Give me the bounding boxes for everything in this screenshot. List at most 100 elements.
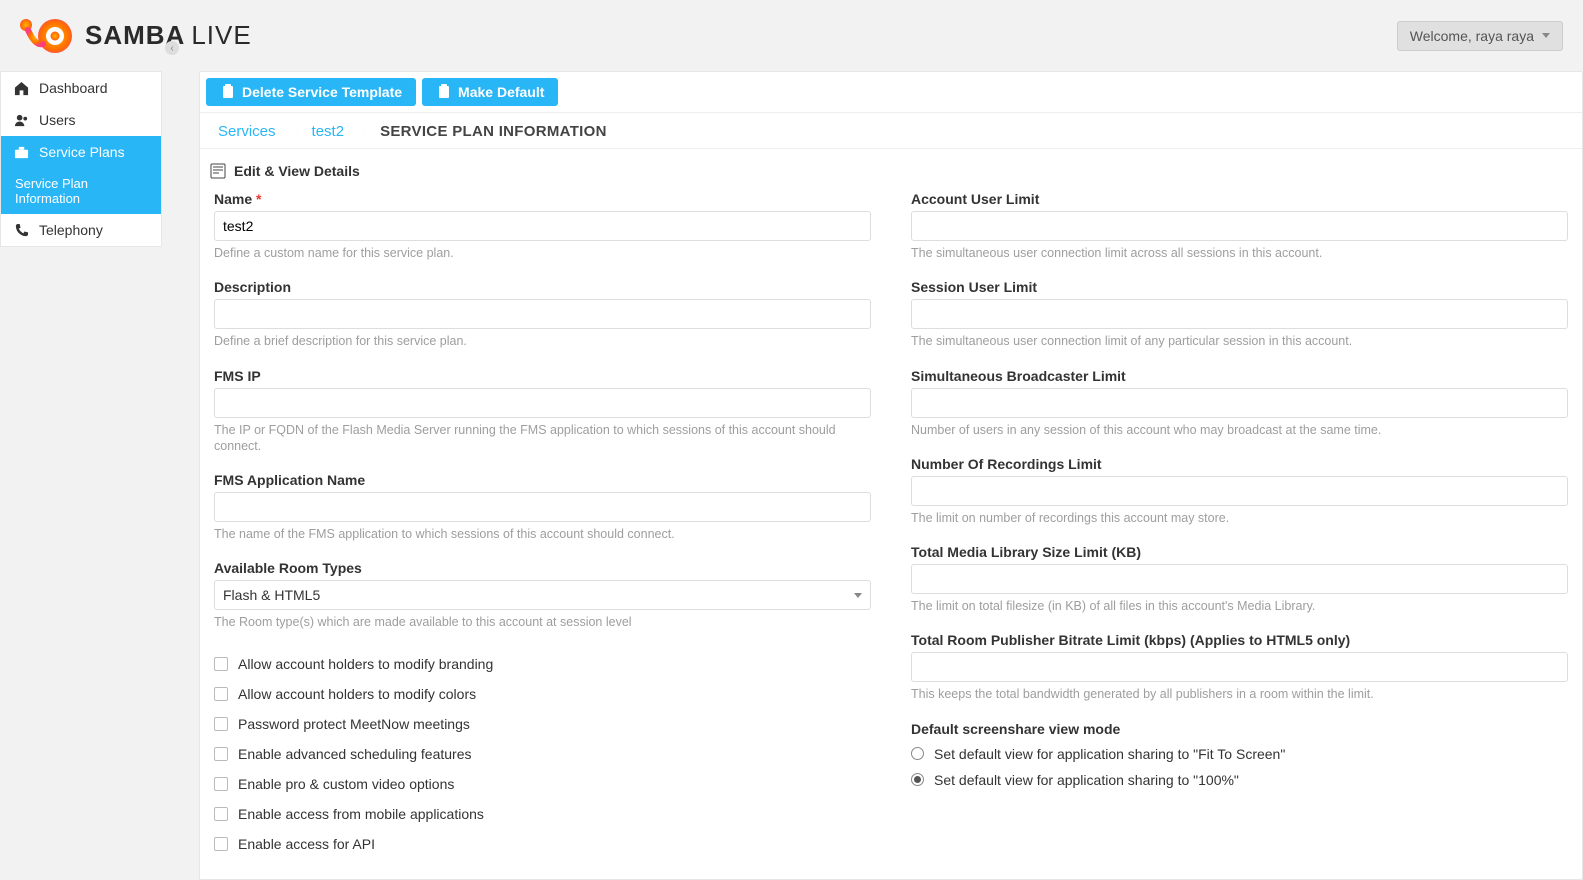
fms-ip-input[interactable]: [214, 388, 871, 418]
sidebar-label: Service Plan Information: [15, 176, 149, 206]
check-label: Enable pro & custom video options: [238, 776, 454, 792]
phone-icon: [13, 222, 29, 238]
clipboard-delete-icon: [220, 84, 236, 100]
caret-down-icon: [1542, 33, 1550, 38]
sidebar-item-users[interactable]: Users: [1, 104, 161, 136]
account-user-limit-input[interactable]: [911, 211, 1568, 241]
checkbox-icon[interactable]: [214, 687, 228, 701]
check-label: Allow account holders to modify colors: [238, 686, 476, 702]
check-enable-api-access[interactable]: Enable access for API: [214, 829, 871, 859]
users-icon: [13, 112, 29, 128]
description-input[interactable]: [214, 299, 871, 329]
button-label: Delete Service Template: [242, 84, 402, 100]
total-media-limit-help: The limit on total filesize (in KB) of a…: [911, 598, 1568, 614]
check-label: Enable advanced scheduling features: [238, 746, 472, 762]
breadcrumb-services[interactable]: Services: [208, 119, 286, 144]
form: Name * Define a custom name for this ser…: [200, 187, 1582, 879]
fms-app-name-help: The name of the FMS application to which…: [214, 526, 871, 542]
radio-icon[interactable]: [911, 747, 924, 760]
make-default-button[interactable]: Make Default: [422, 78, 558, 106]
account-user-limit-label: Account User Limit: [911, 191, 1568, 207]
room-types-select[interactable]: Flash & HTML5: [214, 580, 871, 610]
breadcrumb: Services test2 SERVICE PLAN INFORMATION: [200, 112, 1582, 149]
dashboard-icon: [13, 80, 29, 96]
sidebar-label: Service Plans: [39, 144, 125, 160]
room-types-value: Flash & HTML5: [223, 587, 320, 603]
check-label: Enable access from mobile applications: [238, 806, 484, 822]
radio-label: Set default view for application sharing…: [934, 746, 1285, 762]
radio-icon[interactable]: [911, 773, 924, 786]
delete-service-template-button[interactable]: Delete Service Template: [206, 78, 416, 106]
button-label: Make Default: [458, 84, 544, 100]
toolbar: Delete Service Template Make Default: [200, 72, 1582, 112]
sidebar-item-dashboard[interactable]: Dashboard: [1, 72, 161, 104]
name-label: Name *: [214, 191, 871, 207]
checkbox-icon[interactable]: [214, 717, 228, 731]
default-screenshare-label: Default screenshare view mode: [911, 721, 1568, 737]
name-input[interactable]: [214, 211, 871, 241]
briefcase-icon: [13, 144, 29, 160]
check-allow-modify-branding[interactable]: Allow account holders to modify branding: [214, 649, 871, 679]
session-user-limit-input[interactable]: [911, 299, 1568, 329]
caret-down-icon: [854, 593, 862, 598]
checkbox-icon[interactable]: [214, 837, 228, 851]
form-left-column: Name * Define a custom name for this ser…: [214, 191, 871, 859]
form-right-column: Account User Limit The simultaneous user…: [911, 191, 1568, 859]
sidebar-item-service-plan-information[interactable]: Service Plan Information: [1, 168, 161, 214]
total-media-limit-input[interactable]: [911, 564, 1568, 594]
user-menu[interactable]: Welcome, raya raya: [1397, 21, 1563, 51]
number-recordings-limit-input[interactable]: [911, 476, 1568, 506]
sidebar-label: Users: [39, 112, 76, 128]
check-allow-modify-colors[interactable]: Allow account holders to modify colors: [214, 679, 871, 709]
fms-app-name-label: FMS Application Name: [214, 472, 871, 488]
app-header: SAMBA LIVE Welcome, raya raya: [0, 0, 1583, 71]
welcome-text: Welcome, raya raya: [1410, 28, 1534, 44]
radio-fit-to-screen[interactable]: Set default view for application sharing…: [911, 741, 1568, 767]
check-enable-pro-video[interactable]: Enable pro & custom video options: [214, 769, 871, 799]
checkbox-icon[interactable]: [214, 747, 228, 761]
simultaneous-broadcaster-limit-input[interactable]: [911, 388, 1568, 418]
form-details-icon: [210, 163, 226, 179]
sidebar-item-telephony[interactable]: Telephony: [1, 214, 161, 246]
number-recordings-limit-help: The limit on number of recordings this a…: [911, 510, 1568, 526]
radio-label: Set default view for application sharing…: [934, 772, 1239, 788]
session-user-limit-label: Session User Limit: [911, 279, 1568, 295]
breadcrumb-current: SERVICE PLAN INFORMATION: [370, 119, 617, 144]
total-room-publisher-bitrate-input[interactable]: [911, 652, 1568, 682]
logo: SAMBA LIVE: [15, 16, 252, 56]
fms-ip-help: The IP or FQDN of the Flash Media Server…: [214, 422, 871, 455]
sidebar-item-service-plans[interactable]: Service Plans: [1, 136, 161, 168]
required-asterisk: *: [256, 191, 261, 207]
check-label: Allow account holders to modify branding: [238, 656, 493, 672]
room-types-help: The Room type(s) which are made availabl…: [214, 614, 871, 630]
sidebar-label: Telephony: [39, 222, 103, 238]
check-label: Enable access for API: [238, 836, 375, 852]
total-media-limit-label: Total Media Library Size Limit (KB): [911, 544, 1568, 560]
sidebar-label: Dashboard: [39, 80, 108, 96]
name-help: Define a custom name for this service pl…: [214, 245, 871, 261]
check-enable-mobile-access[interactable]: Enable access from mobile applications: [214, 799, 871, 829]
fms-app-name-input[interactable]: [214, 492, 871, 522]
session-user-limit-help: The simultaneous user connection limit o…: [911, 333, 1568, 349]
clipboard-default-icon: [436, 84, 452, 100]
room-types-label: Available Room Types: [214, 560, 871, 576]
account-user-limit-help: The simultaneous user connection limit a…: [911, 245, 1568, 261]
simultaneous-broadcaster-limit-label: Simultaneous Broadcaster Limit: [911, 368, 1568, 384]
check-password-protect-meetnow[interactable]: Password protect MeetNow meetings: [214, 709, 871, 739]
number-recordings-limit-label: Number Of Recordings Limit: [911, 456, 1568, 472]
breadcrumb-test2[interactable]: test2: [302, 119, 355, 144]
logo-text-thin: LIVE: [191, 20, 251, 51]
description-label: Description: [214, 279, 871, 295]
checkbox-icon[interactable]: [214, 657, 228, 671]
checkbox-icon[interactable]: [214, 777, 228, 791]
sidebar: Dashboard Users Service Plans Service Pl…: [0, 71, 162, 247]
section-title: Edit & View Details: [234, 163, 360, 179]
check-enable-advanced-scheduling[interactable]: Enable advanced scheduling features: [214, 739, 871, 769]
fms-ip-label: FMS IP: [214, 368, 871, 384]
checkbox-icon[interactable]: [214, 807, 228, 821]
collapse-sidebar-icon[interactable]: ‹: [165, 41, 179, 55]
check-label: Password protect MeetNow meetings: [238, 716, 470, 732]
total-room-publisher-bitrate-label: Total Room Publisher Bitrate Limit (kbps…: [911, 632, 1568, 648]
total-room-publisher-bitrate-help: This keeps the total bandwidth generated…: [911, 686, 1568, 702]
content-panel: Delete Service Template Make Default Ser…: [199, 71, 1583, 880]
